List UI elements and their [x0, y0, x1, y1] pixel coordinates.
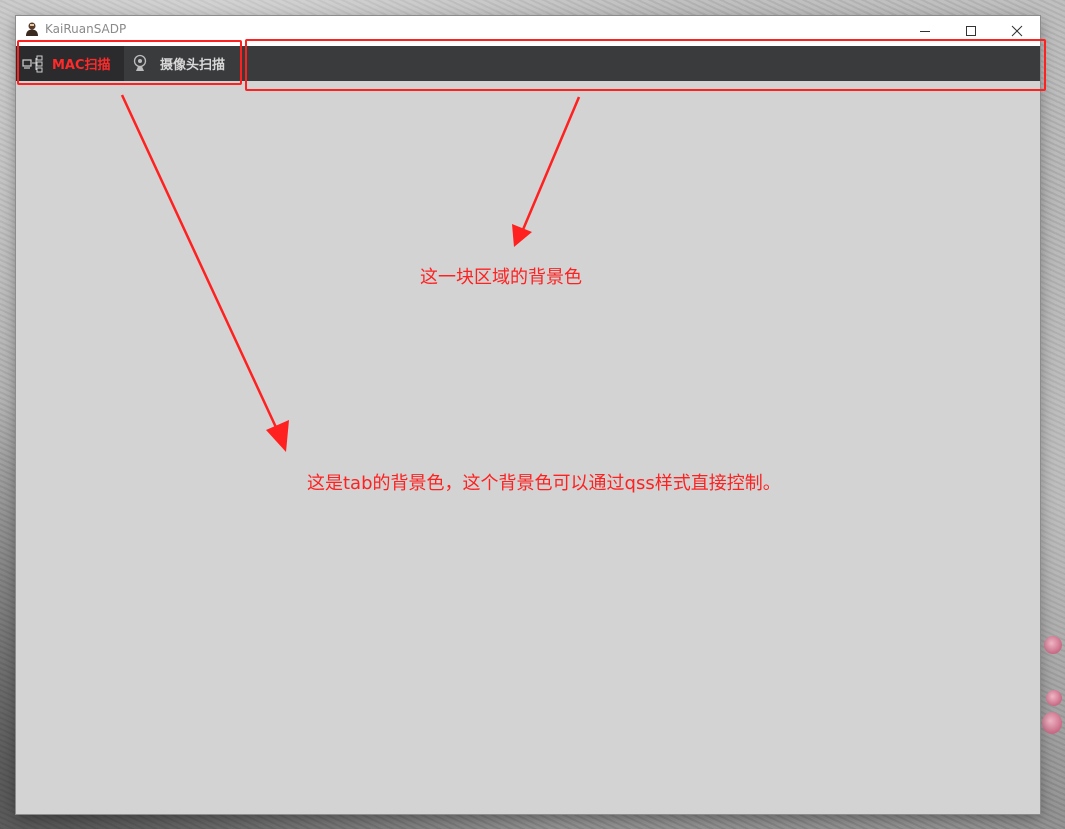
annotation-tab-note: 这是tab的背景色，这个背景色可以通过qss样式直接控制。 [307, 473, 781, 494]
window-title: KaiRuanSADP [45, 22, 127, 36]
blossom-decoration [1044, 636, 1062, 654]
annotation-area-note: 这一块区域的背景色 [420, 267, 582, 288]
app-window: KaiRuanSADP MAC扫描 摄像头扫描 [16, 16, 1040, 814]
content-area [16, 81, 1040, 814]
blossom-decoration [1046, 690, 1062, 706]
annotation-box-tabbar [245, 39, 1046, 91]
annotation-box-tabs [17, 40, 242, 85]
close-icon [1011, 25, 1023, 37]
minimize-icon [920, 31, 930, 32]
maximize-icon [966, 26, 976, 36]
blossom-decoration [1042, 712, 1062, 734]
app-icon [26, 22, 38, 36]
